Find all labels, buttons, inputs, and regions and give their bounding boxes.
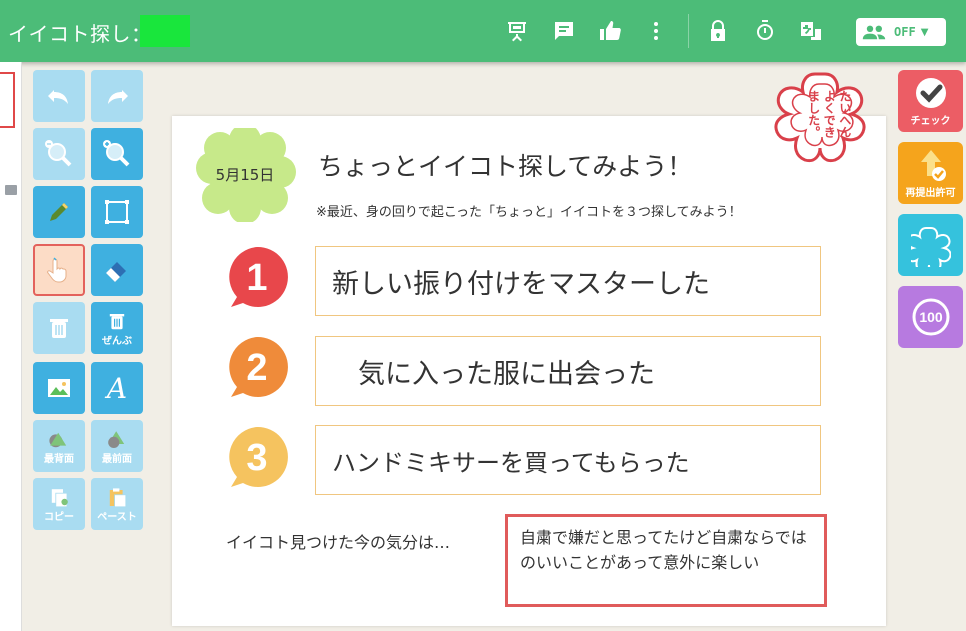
worksheet-title: ちょっとイイコト探してみよう！ — [318, 152, 693, 181]
caret-down-icon: ▼ — [920, 26, 929, 38]
check-circle-icon — [915, 78, 946, 108]
zoom-in-icon — [103, 140, 130, 167]
bring-front-button[interactable]: 最前面 — [91, 420, 143, 472]
presentation-icon[interactable] — [504, 18, 530, 44]
check-label: チェック — [910, 116, 951, 127]
number-3: 3 — [246, 437, 267, 479]
image-button[interactable] — [33, 362, 85, 414]
copy-label: コピー — [44, 511, 74, 523]
score-icon: 100 — [912, 298, 949, 336]
number-badge-2: 2 — [222, 334, 292, 400]
text-icon: A — [106, 371, 128, 405]
answer-box-1[interactable]: 新しい振り付けをマスターした — [315, 246, 821, 316]
number-2: 2 — [246, 347, 267, 389]
name-redaction — [140, 15, 190, 47]
stamp-button[interactable] — [898, 214, 963, 276]
worksheet-instruction: ※最近、身の回りで起こった「ちょっと」イイコトを３つ探してみよう！ — [316, 205, 742, 220]
resubmit-label: 再提出許可 — [905, 188, 956, 199]
resubmit-permit-button[interactable]: 再提出許可 — [898, 142, 963, 204]
delete-all-label: ぜんぶ — [102, 335, 132, 347]
trash-icon — [109, 313, 125, 329]
stamp-icon — [910, 227, 951, 267]
stamp-line-3: ました。 — [806, 90, 821, 138]
share-toggle-label: OFF — [894, 25, 916, 39]
answer-box-2[interactable]: 気に入った服に出会った — [315, 336, 821, 406]
page-thumbnail[interactable] — [0, 72, 15, 128]
answer-box-3[interactable]: ハンドミキサーを買ってもらった — [315, 425, 821, 495]
select-area-button[interactable] — [91, 186, 143, 238]
number-badge-1: 1 — [222, 244, 292, 310]
number-badge-3: 3 — [222, 424, 292, 490]
image-icon — [48, 379, 70, 397]
answer-text-3: ハンドミキサーを買ってもらった — [332, 448, 690, 477]
bring-front-label: 最前面 — [102, 453, 132, 465]
trash-icon — [50, 319, 68, 338]
send-back-icon — [49, 432, 67, 447]
delete-all-button[interactable]: ぜんぶ — [91, 302, 143, 354]
stamp-message: たいへん よくでき ました。 — [784, 90, 874, 170]
send-back-label: 最背面 — [44, 453, 74, 465]
resubmit-icon — [920, 150, 946, 181]
mood-prompt: イイコト見つけた今の気分は… — [226, 533, 451, 552]
lock-icon[interactable] — [705, 18, 731, 44]
number-1: 1 — [246, 257, 267, 299]
copy-icon — [51, 488, 68, 507]
text-button[interactable]: A — [91, 362, 143, 414]
paste-label: ペースト — [97, 511, 137, 523]
translate-icon[interactable] — [798, 18, 824, 44]
thumbs-up-icon[interactable] — [597, 18, 623, 44]
eraser-button[interactable] — [91, 244, 143, 296]
page-thumbnail-strip — [0, 62, 22, 631]
toolbar-divider — [688, 14, 689, 48]
pen-icon — [50, 203, 68, 221]
zoom-out-button[interactable] — [33, 128, 85, 180]
check-button[interactable]: チェック — [898, 70, 963, 132]
copy-button[interactable]: コピー — [33, 478, 85, 530]
answer-text-2: 気に入った服に出会った — [358, 358, 655, 390]
group-icon — [862, 25, 886, 40]
paste-icon — [109, 487, 127, 507]
more-vert-icon[interactable] — [643, 18, 669, 44]
date-label: 5月15日 — [215, 166, 275, 184]
image-icon-small[interactable] — [5, 185, 17, 195]
paste-button[interactable]: ペースト — [91, 478, 143, 530]
pen-button[interactable] — [33, 186, 85, 238]
hand-icon — [47, 257, 67, 283]
share-toggle-button[interactable]: OFF ▼ — [856, 18, 946, 46]
undo-button[interactable] — [33, 70, 85, 122]
comment-icon[interactable] — [551, 18, 577, 44]
redo-button[interactable] — [91, 70, 143, 122]
top-bar: イイコト探し： OFF ▼ — [0, 0, 966, 62]
page-title: イイコト探し： — [8, 22, 152, 46]
eraser-icon — [106, 262, 126, 282]
timer-icon[interactable] — [752, 18, 778, 44]
stamp-line-2: よくでき — [822, 90, 837, 138]
send-back-button[interactable]: 最背面 — [33, 420, 85, 472]
zoom-in-button[interactable] — [91, 128, 143, 180]
answer-text-1: 新しい振り付けをマスターした — [332, 268, 710, 300]
delete-button[interactable] — [33, 302, 85, 354]
hand-button[interactable] — [33, 244, 85, 296]
select-area-icon — [105, 200, 129, 224]
redo-icon — [108, 90, 128, 104]
score-value: 100 — [919, 309, 943, 325]
bring-front-icon — [108, 430, 125, 448]
stamp-line-1: たいへん — [837, 90, 852, 138]
zoom-out-icon — [45, 140, 72, 167]
undo-icon — [48, 90, 68, 104]
mood-answer-box[interactable]: 自粛で嫌だと思ってたけど自粛ならではのいいことがあって意外に楽しい — [505, 514, 827, 607]
score-button[interactable]: 100 — [898, 286, 963, 348]
